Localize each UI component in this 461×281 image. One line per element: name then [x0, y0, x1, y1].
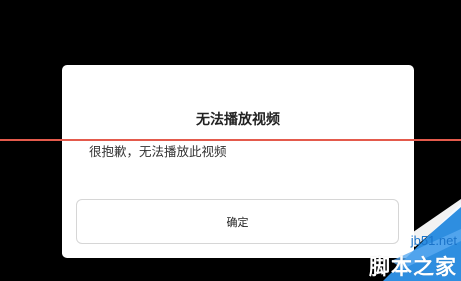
watermark-brand-text: 脚本之家: [369, 255, 457, 279]
site-watermark: jb51.net 脚本之家: [311, 199, 461, 281]
red-guide-line: [0, 139, 461, 141]
watermark-site-text: jb51.net: [410, 233, 457, 248]
dialog-message: 很抱歉，无法播放此视频: [89, 144, 227, 159]
dialog-title: 无法播放视频: [196, 112, 280, 128]
